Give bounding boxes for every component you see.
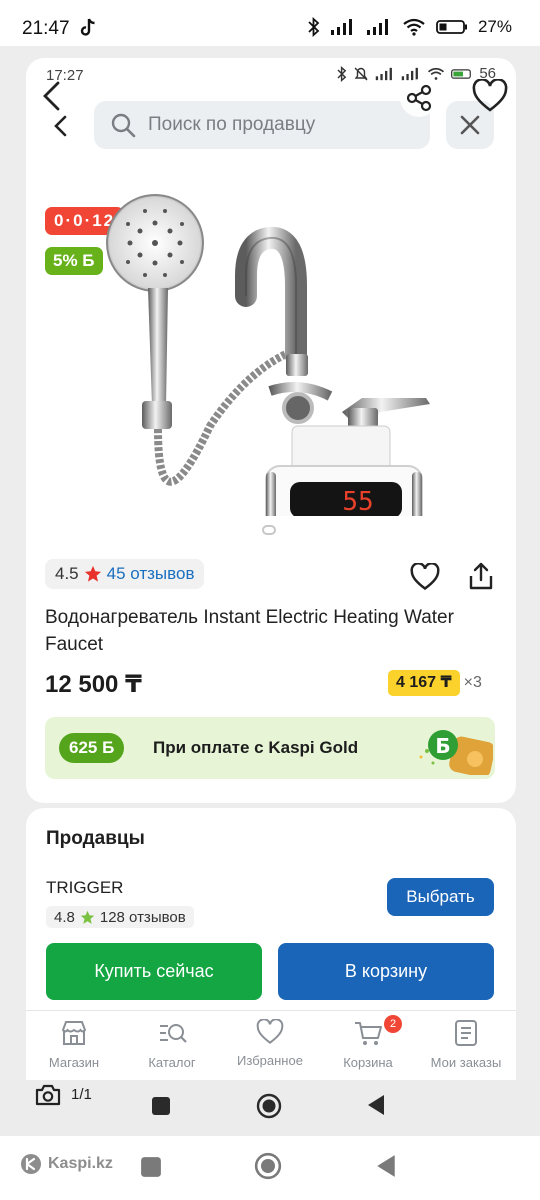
triangle-back-icon: [377, 1155, 395, 1177]
tab-label: Магазин: [48, 1055, 100, 1070]
wifi-icon: [403, 18, 425, 36]
back-nav-button[interactable]: [366, 1094, 386, 1116]
bonus-badge: 5% Б: [45, 247, 103, 275]
add-to-cart-button[interactable]: В корзину: [278, 943, 494, 1000]
installment-price: 4 167 ₸: [388, 670, 460, 696]
tab-favorites[interactable]: Избранное: [222, 1019, 318, 1068]
reviews-link[interactable]: 45 отзывов: [107, 564, 195, 584]
gallery-counter: 1/1: [71, 1086, 92, 1103]
wifi-icon: [428, 67, 445, 80]
heart-icon: [410, 563, 440, 591]
bottom-tab-bar: Магазин Каталог Избранное Корзина Мои за…: [26, 1010, 516, 1080]
display-digits: 55: [342, 487, 373, 516]
kaspi-logo-icon: [21, 1154, 41, 1174]
buy-now-button[interactable]: Купить сейчас: [46, 943, 262, 1000]
star-icon: [84, 565, 101, 582]
recent-apps-button[interactable]: [151, 1096, 171, 1116]
kaspi-watermark: Kaspi.kz: [20, 1153, 113, 1175]
close-icon: [460, 115, 480, 135]
cart-icon: [355, 1022, 382, 1045]
tab-catalog[interactable]: Каталог: [124, 1019, 220, 1070]
choose-seller-button[interactable]: Выбрать: [387, 878, 494, 916]
tiktok-icon: [80, 18, 96, 38]
tab-label: Каталог: [148, 1055, 196, 1070]
installment-multiplier: ×3: [463, 674, 482, 691]
share-button[interactable]: [400, 79, 438, 117]
heart-icon: [472, 79, 508, 112]
signal-icon: [376, 67, 393, 80]
recent-apps-button[interactable]: [140, 1156, 162, 1178]
sellers-heading: Продавцы: [46, 828, 145, 849]
signal-icon: [366, 19, 388, 35]
tab-label: Корзина: [343, 1055, 393, 1070]
seller-rating-value: 4.8: [54, 908, 75, 926]
search-placeholder: Поиск по продавцу: [148, 114, 316, 135]
cart-count-badge: 2: [384, 1015, 402, 1033]
tab-orders[interactable]: Мои заказы: [418, 1019, 514, 1070]
search-icon: [111, 113, 136, 138]
screenshot-frame: 17:27 56 Поиск по продавцу 0·0·12 5% Б 5…: [0, 46, 540, 1136]
shop-icon: [61, 1021, 87, 1045]
battery-icon: [436, 20, 467, 34]
back-icon[interactable]: [52, 114, 70, 138]
battery-percent: 27%: [477, 17, 512, 36]
camera-icon[interactable]: [35, 1084, 61, 1106]
favorite-button[interactable]: [410, 563, 440, 591]
seller-search-input[interactable]: Поиск по продавцу: [94, 101, 430, 149]
seller-reviews: 128 отзывов: [99, 908, 186, 926]
kaspi-gold-card-icon: Б: [413, 725, 493, 775]
product-image[interactable]: 55: [100, 176, 440, 516]
status-icons: 27%: [308, 17, 512, 37]
kaspi-gold-banner[interactable]: 625 Б При оплате с Kaspi Gold Б: [45, 717, 495, 779]
tab-shop[interactable]: Магазин: [26, 1019, 122, 1070]
watermark-text: Kaspi.kz: [48, 1155, 113, 1172]
back-nav-button[interactable]: [375, 1154, 397, 1178]
home-circle-icon: [256, 1093, 282, 1119]
seller-name[interactable]: TRIGGER: [46, 878, 123, 898]
share-button[interactable]: [466, 561, 496, 591]
mute-bell-icon: [354, 67, 368, 80]
home-button[interactable]: [256, 1093, 282, 1119]
bluetooth-icon: [308, 17, 320, 37]
rating-value: 4.5: [55, 564, 79, 583]
status-time: 21:47: [22, 18, 70, 39]
back-icon[interactable]: [40, 80, 64, 112]
share-nodes-icon: [406, 84, 432, 112]
catalog-search-icon: [160, 1024, 187, 1043]
installment-info[interactable]: 4 167 ₸ ×3: [388, 670, 482, 696]
product-title: Водонагреватель Instant Electric Heating…: [45, 607, 454, 655]
star-icon: [80, 910, 95, 924]
share-upload-icon: [469, 562, 493, 590]
seller-rating: 4.8 128 отзывов: [46, 906, 194, 928]
triangle-back-icon: [368, 1095, 384, 1115]
tab-label: Избранное: [237, 1053, 303, 1068]
battery-icon: [451, 68, 472, 79]
product-price: 12 500 ₸: [45, 671, 142, 698]
orders-icon: [455, 1020, 477, 1046]
rating-reviews[interactable]: 4.5 45 отзывов: [45, 559, 205, 589]
bluetooth-icon: [337, 65, 347, 82]
svg-text:Б: Б: [435, 734, 450, 758]
square-icon: [141, 1157, 161, 1177]
gold-banner-text: При оплате с Kaspi Gold: [153, 738, 359, 757]
heart-icon: [256, 1019, 284, 1044]
square-icon: [152, 1097, 170, 1115]
gallery-indicator: [262, 525, 276, 535]
signal-icon: [330, 19, 352, 35]
tab-label: Мои заказы: [430, 1055, 502, 1070]
home-circle-icon: [254, 1152, 282, 1180]
home-button[interactable]: [254, 1152, 282, 1180]
gold-bonus-pill: 625 Б: [59, 733, 125, 763]
favorite-button[interactable]: [472, 79, 508, 113]
